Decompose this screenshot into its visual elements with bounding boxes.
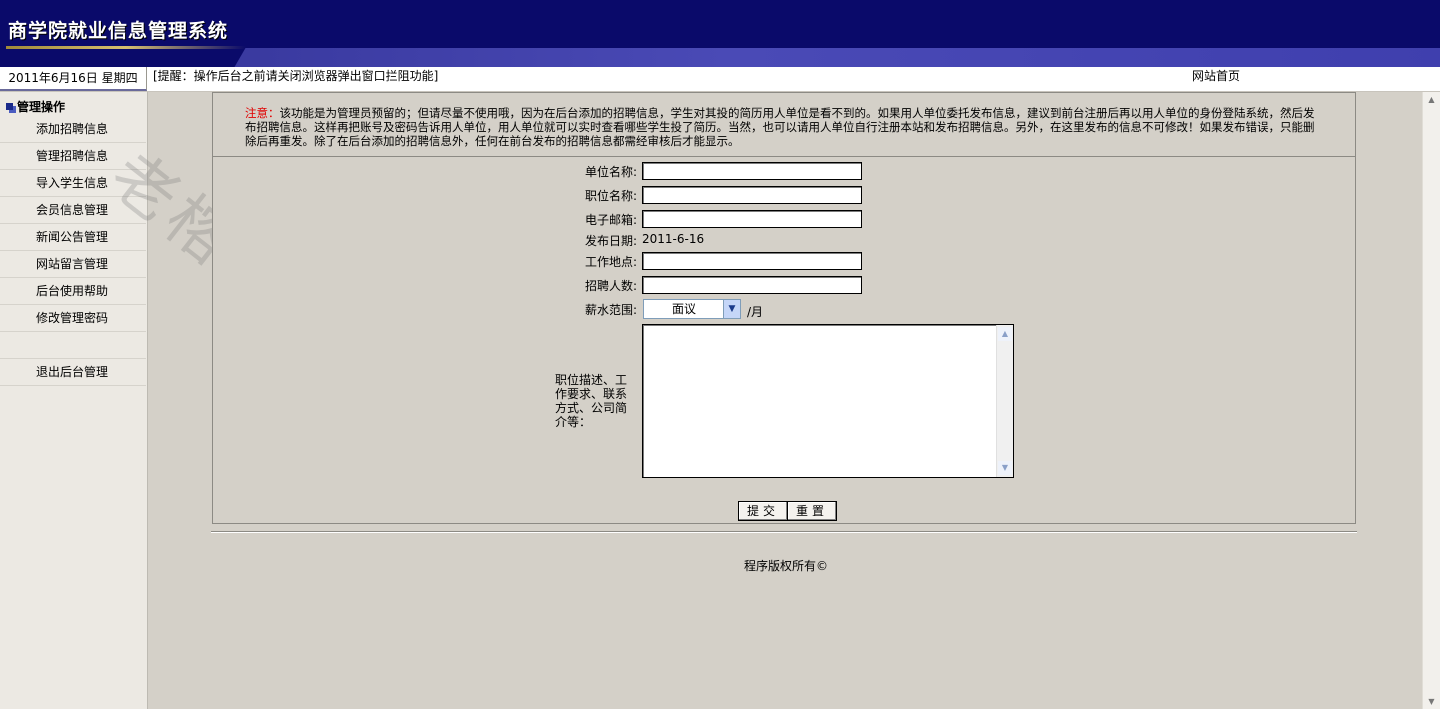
admin-notice: 注意：该功能是为管理员预留的；但请尽量不使用哦，因为在后台添加的招聘信息，学生对… (245, 106, 1320, 148)
description-label: 职位描述、工作要求、联系方式、公司简介等： (555, 373, 628, 429)
salary-unit: /月 (747, 305, 764, 319)
title-underline-decor (6, 46, 246, 49)
system-title: 商学院就业信息管理系统 (8, 20, 229, 42)
header-banner: 商学院就业信息管理系统 (0, 0, 1440, 67)
page-scroll-up-icon[interactable]: ▲ (1424, 92, 1439, 107)
sidebar-item-help[interactable]: 后台使用帮助 (0, 278, 146, 305)
current-date: 2011年6月16日 星期四 (0, 67, 147, 91)
add-job-form-panel: 注意：该功能是为管理员预留的；但请尽量不使用哦，因为在后台添加的招聘信息，学生对… (212, 92, 1356, 524)
email-input[interactable] (642, 210, 862, 228)
company-label: 单位名称: (585, 165, 638, 179)
sidebar-item-change-password[interactable]: 修改管理密码 (0, 305, 146, 332)
header-band-decor (258, 48, 1440, 67)
section-bullet-icon (6, 103, 13, 110)
salary-label: 薪水范围: (585, 303, 638, 317)
copyright-text: 程序版权所有© (744, 559, 829, 573)
salary-selected-value: 面议 (671, 302, 696, 316)
sidebar-item-news[interactable]: 新闻公告管理 (0, 224, 146, 251)
notice-label: 注意： (245, 106, 280, 120)
textarea-scrollbar[interactable]: ▲ ▼ (996, 325, 1013, 477)
sidebar-item-logout[interactable]: 退出后台管理 (0, 359, 146, 386)
position-name-input[interactable] (642, 186, 862, 204)
sidebar-menu: 管理操作 添加招聘信息 管理招聘信息 导入学生信息 会员信息管理 新闻公告管理 … (0, 92, 148, 709)
info-bar: 2011年6月16日 星期四 [提醒：操作后台之前请关闭浏览器弹出窗口拦阻功能]… (0, 67, 1440, 92)
site-home-link[interactable]: 网站首页 (1192, 67, 1240, 85)
sidebar-item-import-students[interactable]: 导入学生信息 (0, 170, 146, 197)
publish-date-value: 2011-6-16 (642, 232, 705, 246)
notice-text: 该功能是为管理员预留的；但请尽量不使用哦，因为在后台添加的招聘信息，学生对其投的… (245, 106, 1315, 148)
publish-date-label: 发布日期: (585, 234, 638, 248)
page-scroll-down-icon[interactable]: ▼ (1424, 694, 1439, 709)
sidebar-item-messages[interactable]: 网站留言管理 (0, 251, 146, 278)
scroll-up-icon[interactable]: ▲ (998, 327, 1012, 341)
salary-select[interactable]: 面议 ▼ (643, 299, 741, 319)
reset-button[interactable]: 重置 (787, 501, 838, 521)
location-label: 工作地点: (585, 255, 638, 269)
email-label: 电子邮箱: (585, 213, 638, 227)
company-name-input[interactable] (642, 162, 862, 180)
position-label: 职位名称: (585, 189, 638, 203)
job-description-textarea[interactable]: ▲ ▼ (642, 324, 1014, 478)
page-scrollbar[interactable]: ▲ ▼ (1422, 92, 1440, 709)
scroll-down-icon[interactable]: ▼ (998, 461, 1012, 475)
work-location-input[interactable] (642, 252, 862, 270)
sidebar-item-members[interactable]: 会员信息管理 (0, 197, 146, 224)
headcount-input[interactable] (642, 276, 862, 294)
sidebar-item-manage-jobs[interactable]: 管理招聘信息 (0, 143, 146, 170)
sidebar-spacer (0, 332, 146, 359)
footer-divider (211, 531, 1357, 533)
sidebar-item-add-job[interactable]: 添加招聘信息 (0, 116, 146, 143)
headcount-label: 招聘人数: (585, 279, 638, 293)
popup-blocker-notice: [提醒：操作后台之前请关闭浏览器弹出窗口拦阻功能] (153, 69, 439, 83)
panel-divider (213, 156, 1355, 157)
chevron-down-icon[interactable]: ▼ (723, 300, 740, 318)
sidebar-section-title: 管理操作 (17, 100, 66, 114)
sidebar-section-header: 管理操作 (6, 98, 65, 115)
submit-button[interactable]: 提交 (738, 501, 789, 521)
